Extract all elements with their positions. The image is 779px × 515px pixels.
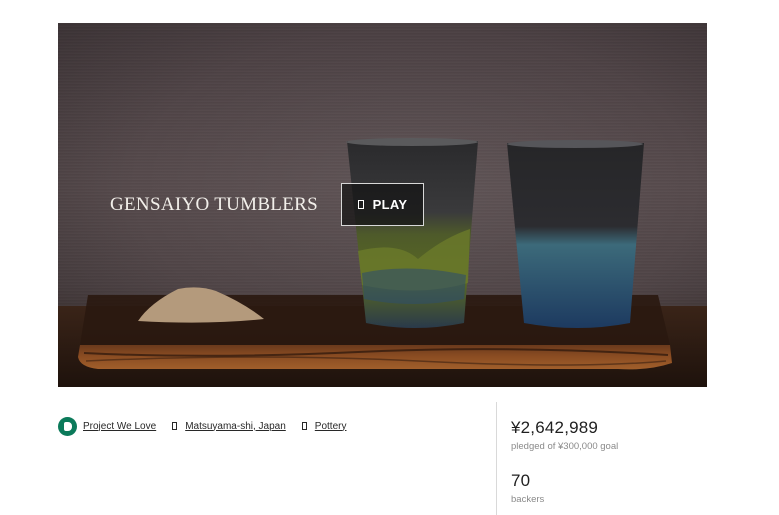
wooden-tray — [78, 345, 672, 370]
pledged-amount: ¥2,642,989 — [511, 418, 599, 437]
category-icon — [301, 422, 307, 430]
project-we-love-icon — [58, 416, 77, 436]
play-label: PLAY — [372, 197, 408, 212]
backers-label: backers — [511, 494, 545, 505]
category-label: Pottery — [314, 420, 347, 432]
category-link[interactable]: Pottery — [301, 420, 347, 432]
location-link[interactable]: Matsuyama-shi, Japan — [172, 421, 286, 432]
tumbler-right — [507, 143, 644, 328]
play-icon — [357, 200, 364, 209]
project-meta: Project We Love Matsuyama-shi, Japan Pot… — [58, 416, 346, 436]
funding-stats: ¥2,642,989 pledged of ¥300,000 goal 70 b… — [511, 418, 618, 505]
play-button[interactable]: PLAY — [341, 183, 424, 226]
project-title: GENSAIYO TUMBLERS — [110, 194, 318, 215]
backers-count: 70 — [511, 471, 531, 490]
project-we-love-link[interactable]: Project We Love — [58, 416, 157, 436]
stats-divider — [496, 402, 497, 515]
hero-media[interactable]: GENSAIYO TUMBLERS PLAY — [58, 23, 707, 387]
project-we-love-label: Project We Love — [83, 420, 157, 432]
location-icon — [172, 422, 178, 430]
pledged-goal-label: pledged of ¥300,000 goal — [511, 441, 619, 452]
location-label: Matsuyama-shi, Japan — [185, 420, 286, 432]
